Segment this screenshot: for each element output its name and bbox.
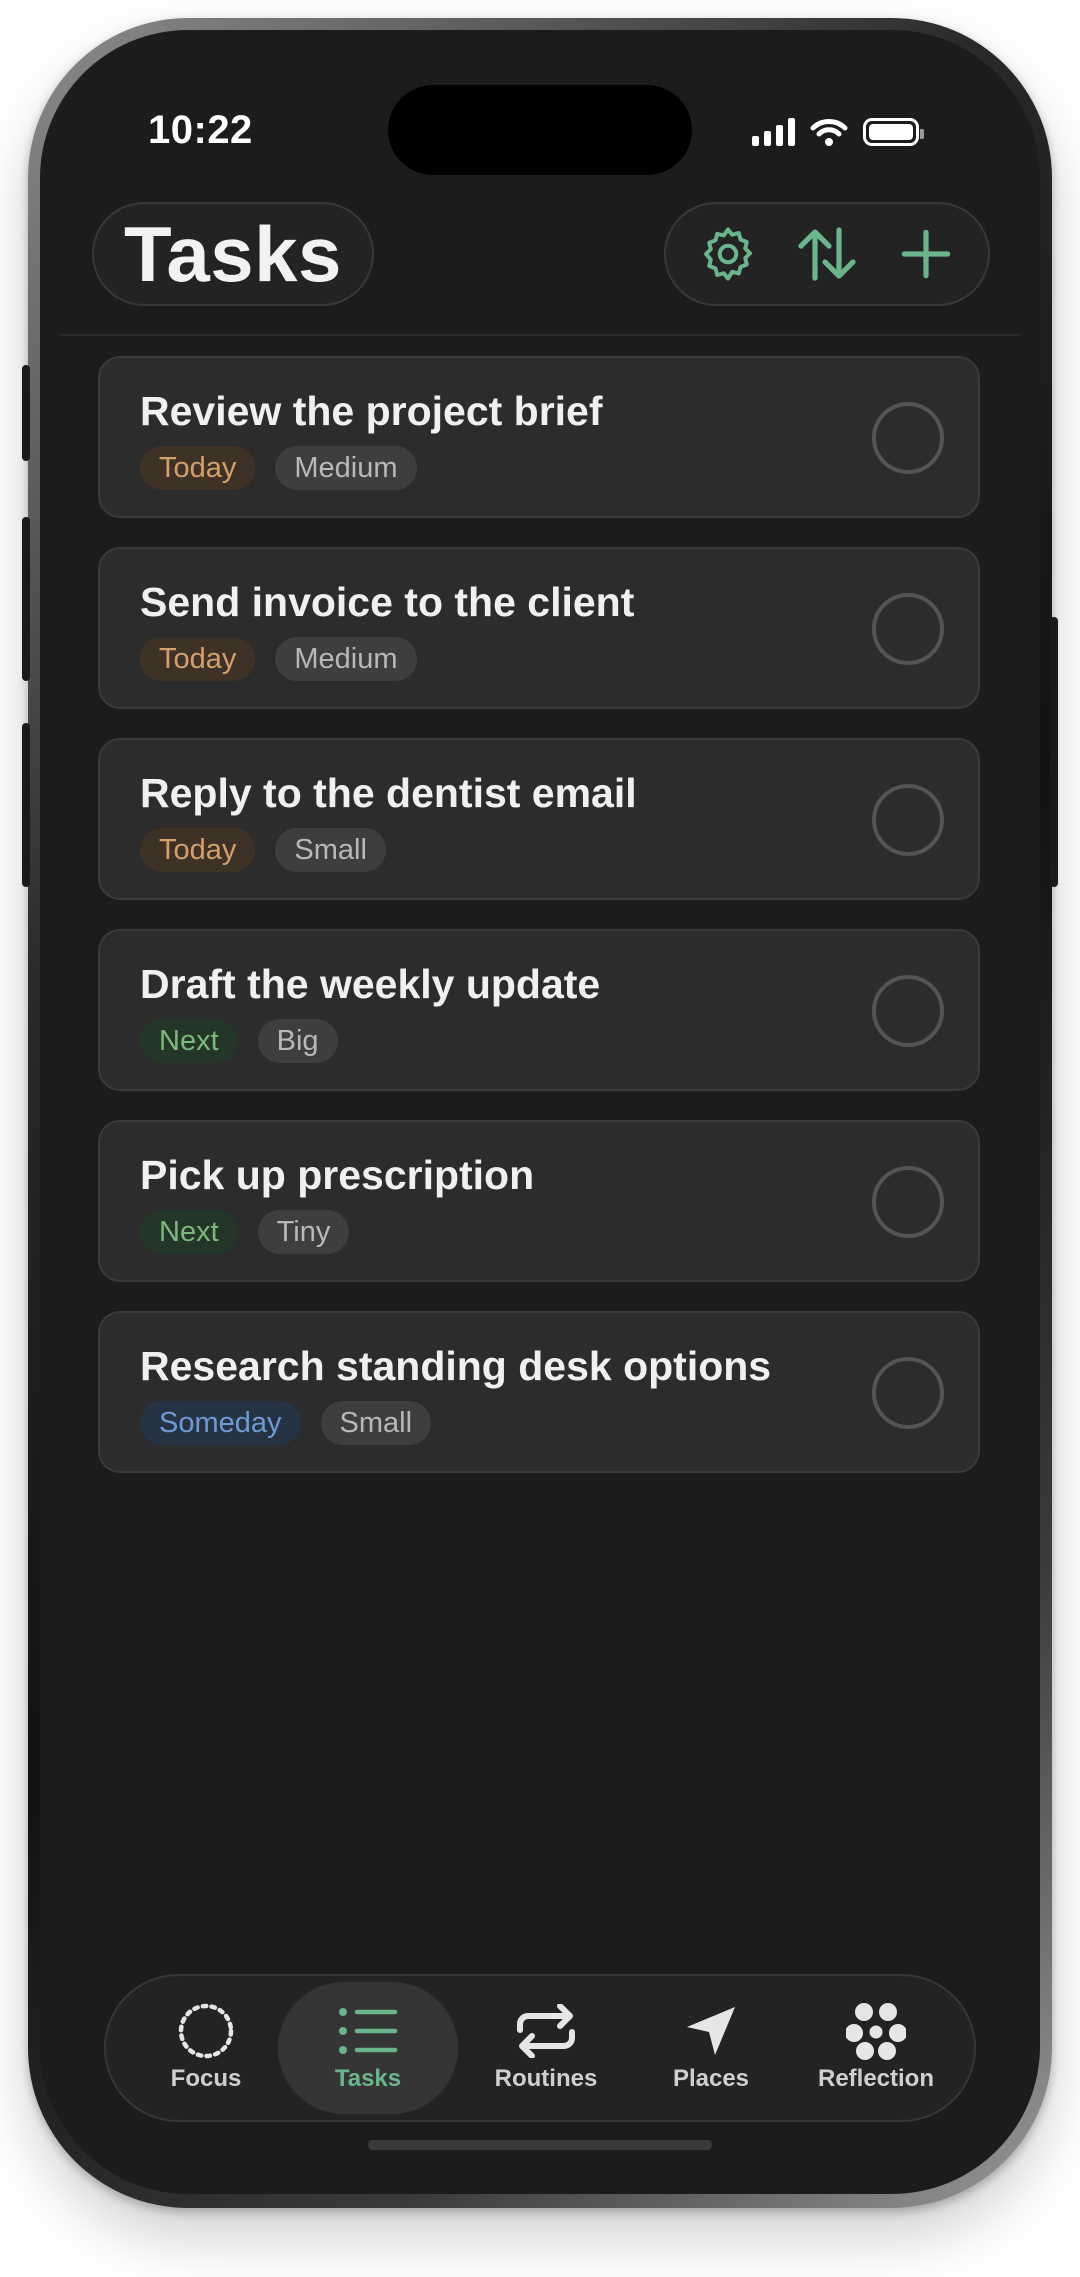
sort-button[interactable] <box>787 214 867 294</box>
tab-label: Routines <box>494 2065 598 2092</box>
tab-reflection[interactable]: Reflection <box>796 1982 956 2114</box>
when-tag: Next <box>140 1210 238 1254</box>
when-tag: Next <box>140 1019 238 1063</box>
tab-bar: Focus Tasks Routines Places Reflection <box>104 1974 976 2122</box>
location-arrow-icon <box>687 2007 735 2055</box>
task-title: Draft the weekly update <box>140 961 601 1007</box>
dynamic-island <box>388 85 692 175</box>
when-tag: Today <box>140 446 256 490</box>
settings-button[interactable] <box>688 214 768 294</box>
list-icon <box>339 2008 398 2054</box>
task-title: Pick up prescription <box>140 1152 535 1198</box>
header-divider <box>60 334 1020 336</box>
task-title: Research standing desk options <box>140 1343 772 1389</box>
size-tag: Tiny <box>257 1210 350 1254</box>
task-card[interactable]: Reply to the dentist email Today Small <box>98 738 980 900</box>
sort-arrows-icon <box>798 227 856 281</box>
screen: 10:22 Tasks Review the project brief Tod… <box>40 30 1040 2194</box>
task-card[interactable]: Send invoice to the client Today Medium <box>98 547 980 709</box>
size-tag: Medium <box>275 446 417 490</box>
task-card[interactable]: Draft the weekly update Next Big <box>98 929 980 1091</box>
when-tag: Today <box>140 828 256 872</box>
tab-tasks[interactable]: Tasks <box>278 1982 458 2114</box>
tab-focus[interactable]: Focus <box>136 1982 276 2114</box>
task-card[interactable]: Research standing desk options Someday S… <box>98 1311 980 1473</box>
repeat-icon <box>517 2004 575 2058</box>
plus-icon <box>902 229 951 279</box>
power-button <box>1050 617 1058 887</box>
task-tags: Today Medium <box>140 637 417 681</box>
page-title: Tasks <box>124 209 342 298</box>
task-title: Send invoice to the client <box>140 579 635 625</box>
task-card[interactable]: Pick up prescription Next Tiny <box>98 1120 980 1282</box>
size-tag: Medium <box>275 637 417 681</box>
size-tag: Small <box>320 1401 432 1445</box>
header-actions <box>664 202 990 306</box>
when-tag: Someday <box>140 1401 301 1445</box>
task-tags: Someday Small <box>140 1401 432 1445</box>
cellular-signal-icon <box>752 118 795 146</box>
when-tag: Today <box>140 637 256 681</box>
task-tags: Next Tiny <box>140 1210 350 1254</box>
status-time: 10:22 <box>148 108 253 152</box>
task-card[interactable]: Review the project brief Today Medium <box>98 356 980 518</box>
complete-checkbox[interactable] <box>872 1166 944 1238</box>
complete-checkbox[interactable] <box>872 975 944 1047</box>
complete-checkbox[interactable] <box>872 593 944 665</box>
home-indicator[interactable] <box>368 2140 712 2150</box>
tab-label: Places <box>672 2065 750 2092</box>
task-title: Review the project brief <box>140 388 603 434</box>
dotted-circle-icon <box>178 2003 234 2059</box>
task-title: Reply to the dentist email <box>140 770 637 816</box>
page-title-container: Tasks <box>92 202 374 306</box>
task-list: Review the project brief Today Medium Se… <box>98 356 980 1502</box>
tab-places[interactable]: Places <box>636 1982 786 2114</box>
tab-label: Reflection <box>817 2065 934 2092</box>
tab-label: Tasks <box>334 2065 402 2092</box>
gear-icon <box>703 227 752 281</box>
volume-down-button <box>22 723 30 887</box>
task-tags: Today Medium <box>140 446 417 490</box>
task-tags: Today Small <box>140 828 386 872</box>
complete-checkbox[interactable] <box>872 784 944 856</box>
flower-icon <box>846 2003 906 2060</box>
tab-routines[interactable]: Routines <box>466 1982 626 2114</box>
task-tags: Next Big <box>140 1019 338 1063</box>
complete-checkbox[interactable] <box>872 402 944 474</box>
add-task-button[interactable] <box>886 214 966 294</box>
tab-label: Focus <box>170 2065 242 2092</box>
size-tag: Small <box>275 828 386 872</box>
volume-up-button <box>22 517 30 681</box>
wifi-icon <box>810 119 848 146</box>
battery-icon <box>863 118 924 146</box>
complete-checkbox[interactable] <box>872 1357 944 1429</box>
size-tag: Big <box>257 1019 338 1063</box>
action-button <box>22 365 30 461</box>
status-icons <box>752 112 924 152</box>
